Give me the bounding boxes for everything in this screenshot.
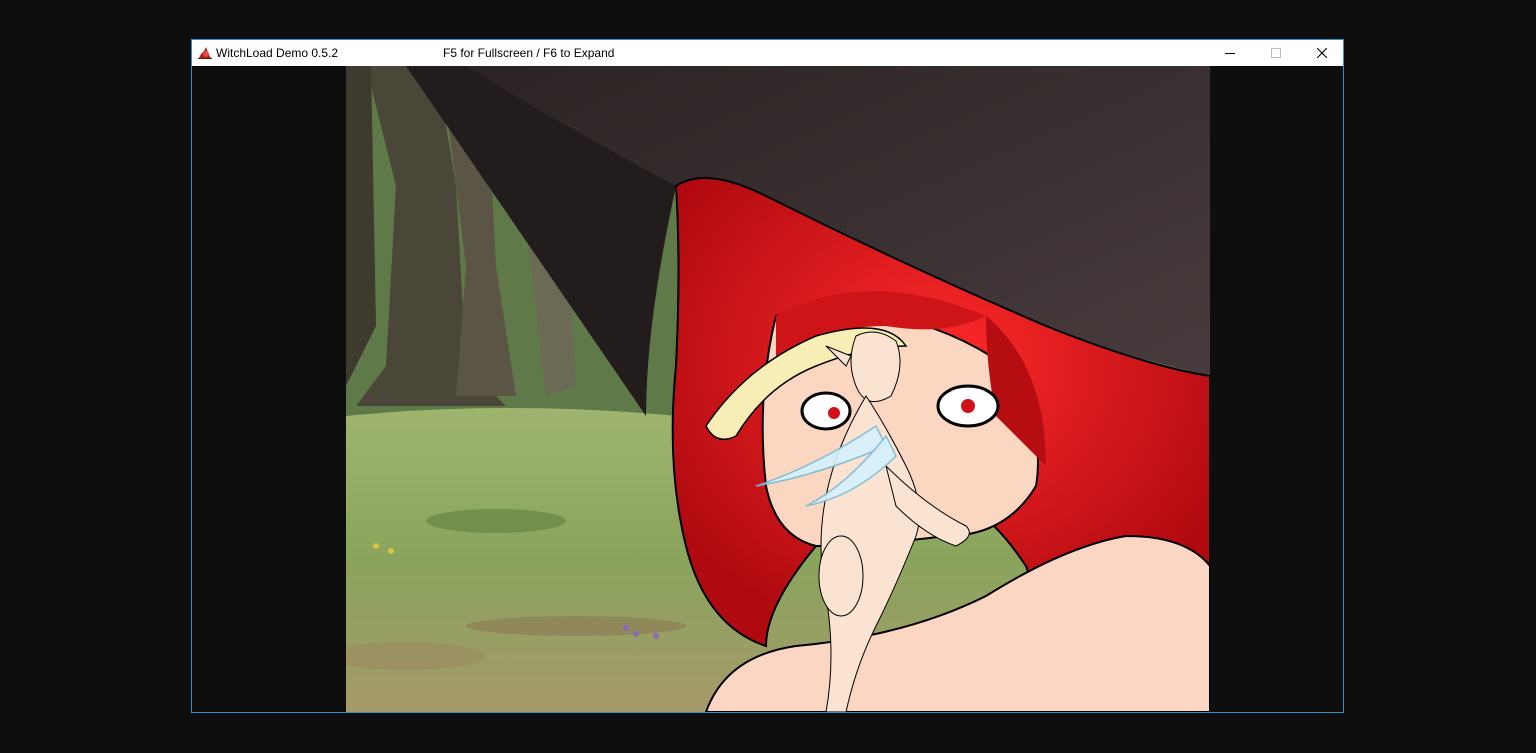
minimize-icon [1225, 53, 1235, 54]
close-icon [1317, 48, 1327, 58]
game-scene[interactable] [346, 66, 1210, 712]
scene-illustration [346, 66, 1210, 712]
witch-hat-icon [198, 47, 212, 59]
fullscreen-hint: F5 for Fullscreen / F6 to Expand [443, 46, 615, 60]
desktop: WitchLoad Demo 0.5.2 F5 for Fullscreen /… [0, 0, 1536, 753]
minimize-button[interactable] [1207, 40, 1253, 66]
maximize-button[interactable] [1253, 40, 1299, 66]
maximize-icon [1271, 48, 1281, 58]
game-client-area[interactable] [192, 66, 1343, 712]
close-button[interactable] [1299, 40, 1345, 66]
window-title: WitchLoad Demo 0.5.2 [216, 46, 339, 60]
title-bar[interactable]: WitchLoad Demo 0.5.2 F5 for Fullscreen /… [192, 40, 1343, 66]
game-window[interactable]: WitchLoad Demo 0.5.2 F5 for Fullscreen /… [191, 39, 1344, 713]
